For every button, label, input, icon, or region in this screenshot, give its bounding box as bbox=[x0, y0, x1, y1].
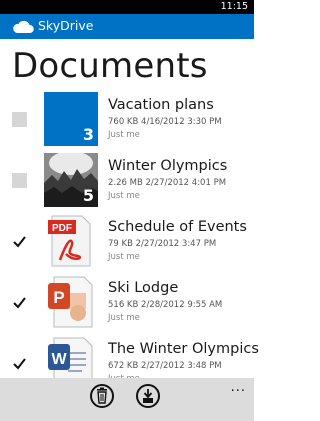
more-options-button[interactable]: ... bbox=[231, 380, 246, 395]
word-label: W bbox=[51, 351, 67, 368]
delete-icon bbox=[97, 387, 107, 404]
item-name: Ski Lodge bbox=[108, 280, 179, 296]
photo-folder-icon: 5 bbox=[44, 153, 98, 207]
item-name: Vacation plans bbox=[108, 97, 214, 113]
checkmark-icon bbox=[13, 297, 26, 309]
item-meta: 516 KB 2/28/2012 9:55 AM bbox=[108, 300, 223, 310]
list-item[interactable]: 5 Winter Olympics 2.26 MB 2/27/2012 4:01… bbox=[0, 153, 254, 213]
app-title: SkyDrive bbox=[38, 18, 94, 33]
item-name: Winter Olympics bbox=[108, 158, 228, 174]
page-title: Documents bbox=[12, 46, 208, 86]
item-owner: Just me bbox=[108, 252, 140, 262]
download-icon bbox=[143, 389, 153, 403]
clock: 11:15 bbox=[220, 1, 248, 12]
application-bar: ... bbox=[0, 378, 254, 421]
item-owner: Just me bbox=[108, 191, 140, 201]
item-count: 5 bbox=[82, 186, 94, 205]
powerpoint-label: P bbox=[53, 288, 64, 307]
list-item[interactable]: P Ski Lodge 516 KB 2/28/2012 9:55 AM Jus… bbox=[0, 275, 254, 335]
item-meta: 760 KB 4/16/2012 3:30 PM bbox=[108, 117, 222, 127]
pdf-icon: PDF bbox=[44, 214, 98, 268]
checkmark-icon bbox=[13, 236, 26, 248]
item-checkbox[interactable] bbox=[12, 173, 27, 188]
pdf-label: PDF bbox=[52, 223, 72, 234]
item-meta: 672 KB 2/27/2012 3:48 PM bbox=[108, 361, 222, 371]
item-checkbox[interactable] bbox=[12, 112, 27, 127]
powerpoint-icon: P bbox=[44, 275, 98, 329]
list-item[interactable]: PDF Schedule of Events 79 KB 2/27/2012 3… bbox=[0, 214, 254, 274]
item-count: 3 bbox=[82, 125, 94, 144]
status-bar: 11:15 bbox=[0, 0, 254, 14]
item-owner: Just me bbox=[108, 130, 140, 140]
item-checkbox[interactable] bbox=[12, 234, 27, 249]
app-header: SkyDrive bbox=[0, 14, 254, 39]
checkmark-icon bbox=[13, 358, 26, 370]
item-checkbox[interactable] bbox=[12, 295, 27, 310]
delete-button[interactable] bbox=[90, 384, 114, 408]
item-meta: 79 KB 2/27/2012 3:47 PM bbox=[108, 239, 217, 249]
item-checkbox[interactable] bbox=[12, 356, 27, 371]
item-name: Schedule of Events bbox=[108, 219, 247, 235]
folder-icon: 3 bbox=[44, 92, 98, 146]
cloud-icon bbox=[13, 20, 34, 33]
item-owner: Just me bbox=[108, 313, 140, 323]
list-item[interactable]: 3 Vacation plans 760 KB 4/16/2012 3:30 P… bbox=[0, 92, 254, 152]
item-name: The Winter Olympics bbox=[108, 341, 259, 357]
download-button[interactable] bbox=[136, 384, 160, 408]
item-meta: 2.26 MB 2/27/2012 4:01 PM bbox=[108, 178, 227, 188]
